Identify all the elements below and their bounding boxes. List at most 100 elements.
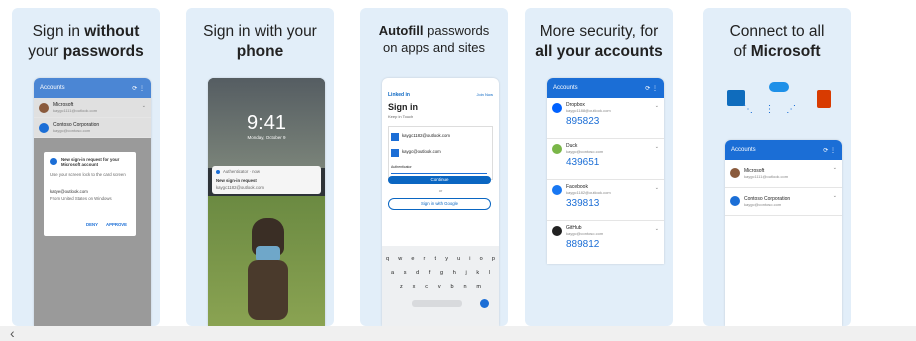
keyboard-key[interactable]: o: [480, 256, 483, 262]
keyboard-key[interactable]: x: [413, 284, 416, 290]
keyboard-key[interactable]: m: [476, 284, 481, 290]
dim-overlay: New sign-in request for your Microsoft a…: [34, 138, 151, 326]
otp-code: 339813: [566, 198, 600, 209]
keyboard-key[interactable]: q: [386, 256, 389, 262]
keyboard-key[interactable]: i: [469, 256, 470, 262]
phone-screen: Linked in Join Now Sign in Keep in Touch…: [382, 78, 499, 326]
keyboard-key[interactable]: w: [398, 256, 402, 262]
page-subtitle: Keep in Touch: [388, 114, 414, 119]
keyboard-key[interactable]: p: [492, 256, 495, 262]
otp-code: 439651: [566, 157, 600, 168]
dog-photo: [208, 196, 325, 326]
card-caption: Autofill passwords on apps and sites: [378, 23, 490, 55]
autofill-account-2[interactable]: kaygc@outlook.com: [391, 147, 489, 159]
accounts-header: Accounts ⟳ ⋮: [725, 140, 842, 160]
onedrive-icon: [769, 82, 789, 92]
keyboard-key[interactable]: g: [440, 270, 443, 276]
approve-button[interactable]: APPROVE: [106, 222, 127, 227]
keyboard-row: qwertyuiop: [386, 256, 495, 262]
keyboard-key[interactable]: t: [435, 256, 437, 262]
otp-code: 889812: [566, 239, 600, 250]
account-row[interactable]: Contoso Corporation kaygc@contoso.com ⌄: [725, 188, 842, 216]
phone-screen: Accounts ⟳ ⋮ Microsoft kaygc1111@outlook…: [34, 78, 151, 326]
avatar: [730, 196, 740, 206]
deny-button[interactable]: DENY: [86, 222, 98, 227]
lock-date: Monday, October 9: [247, 135, 286, 140]
screenshot-card-4[interactable]: More security, for all your accounts Acc…: [525, 8, 673, 326]
account-row[interactable]: Facebook kaygc1182@outlook.com 339813 ⌄: [547, 180, 664, 221]
account-row[interactable]: Microsoft kaygc1111@outlook.com ⌄: [725, 160, 842, 188]
keyboard-row: zxcvbnm: [400, 284, 481, 290]
autofill-dropdown: kaygc1182@outlook.com kaygc@outlook.com …: [388, 126, 493, 180]
keyboard-key[interactable]: l: [489, 270, 490, 276]
avatar: [39, 123, 49, 133]
account-row[interactable]: Duck kaygc@contoso.com 439651 ⌄: [547, 139, 664, 180]
keyboard-key[interactable]: u: [457, 256, 460, 262]
github-icon: [552, 226, 562, 236]
phone-screen: Accounts ⟳ ⋮ Microsoft kaygc1111@outlook…: [725, 140, 842, 326]
refresh-icon: ⟳ ⋮: [132, 85, 145, 92]
scroll-left-arrow-icon[interactable]: ‹: [10, 325, 15, 341]
keyboard-key[interactable]: e: [411, 256, 414, 262]
keyboard-key[interactable]: c: [425, 284, 428, 290]
space-bar[interactable]: [412, 300, 462, 307]
enter-key[interactable]: [480, 299, 489, 308]
dropbox-icon: [552, 103, 562, 113]
chevron-down-icon: ⌄: [832, 165, 837, 171]
account-row: Contoso Corporation kaygc@contoso.com: [34, 118, 151, 138]
keyboard-row: asdfghjkl: [391, 270, 490, 276]
card-caption: Sign in without your passwords: [28, 23, 144, 60]
join-now-link[interactable]: Join Now: [477, 92, 493, 97]
avatar: [39, 103, 49, 113]
continue-button[interactable]: Continue: [388, 176, 491, 184]
google-sign-in-button[interactable]: Sign in with Google: [388, 198, 491, 210]
phone-screen: 9:41 Monday, October 9 Authenticator · n…: [208, 78, 325, 326]
screenshot-card-2[interactable]: Sign in with your phone 9:41 Monday, Oct…: [186, 8, 334, 326]
refresh-icon: ⟳ ⋮: [823, 147, 836, 154]
card-caption: Connect to all of Microsoft: [729, 23, 825, 60]
password-field[interactable]: Authenticator: [391, 165, 487, 174]
keyboard-key[interactable]: r: [424, 256, 426, 262]
authenticator-icon: [216, 170, 220, 174]
keyboard-key[interactable]: b: [451, 284, 454, 290]
lock-icon: [50, 158, 57, 165]
keyboard-key[interactable]: j: [465, 270, 466, 276]
keyboard-key[interactable]: k: [476, 270, 479, 276]
keyboard-key[interactable]: f: [429, 270, 431, 276]
horizontal-scrollbar[interactable]: ‹: [0, 325, 916, 341]
keyboard-key[interactable]: s: [404, 270, 407, 276]
or-divider: or: [438, 188, 443, 193]
duck-icon: [552, 144, 562, 154]
card-caption: Sign in with your phone: [203, 23, 317, 60]
keyboard-key[interactable]: v: [438, 284, 441, 290]
notification-card[interactable]: Authenticator · now New sign-in request …: [212, 166, 321, 194]
avatar: [730, 168, 740, 178]
screenshot-card-5[interactable]: Connect to all of Microsoft ⋱ ⋮ ⋰ Accoun…: [703, 8, 851, 326]
key-icon: [391, 133, 399, 141]
sign-in-dialog: New sign-in request for your Microsoft a…: [44, 152, 136, 236]
screenshot-card-3[interactable]: Autofill passwords on apps and sites Lin…: [360, 8, 508, 326]
account-row[interactable]: GitHub kaygc@contoso.com 889812 ⌄: [547, 221, 664, 262]
account-row[interactable]: Dropbox kaygc1188@outlook.com 895823 ⌄: [547, 98, 664, 139]
chevron-down-icon: ⌄: [654, 226, 659, 232]
keyboard-key[interactable]: h: [453, 270, 456, 276]
refresh-icon: ⟳ ⋮: [645, 85, 658, 92]
screenshot-card-1[interactable]: Sign in without your passwords Accounts …: [12, 8, 160, 326]
keyboard: q w e r t y u i o p a s d f g h j k l z x c v b n m: [382, 246, 499, 326]
keyboard-key[interactable]: d: [416, 270, 419, 276]
connector-dots: ⋱ ⋮ ⋰: [743, 104, 799, 115]
chevron-down-icon: ⌄: [141, 103, 146, 109]
page-title: Sign in: [388, 102, 418, 112]
autofill-account-1[interactable]: kaygc1182@outlook.com: [391, 131, 489, 143]
key-icon: [391, 149, 399, 157]
keyboard-key[interactable]: n: [463, 284, 466, 290]
linkedin-logo: Linked in: [388, 92, 410, 98]
keyboard-key[interactable]: z: [400, 284, 403, 290]
keyboard-key[interactable]: y: [445, 256, 448, 262]
keyboard-key[interactable]: a: [391, 270, 394, 276]
chevron-down-icon: ⌄: [832, 193, 837, 199]
chevron-down-icon: ⌄: [654, 103, 659, 109]
chevron-down-icon: ⌄: [654, 185, 659, 191]
lock-time: 9:41: [247, 112, 286, 134]
facebook-icon: [552, 185, 562, 195]
